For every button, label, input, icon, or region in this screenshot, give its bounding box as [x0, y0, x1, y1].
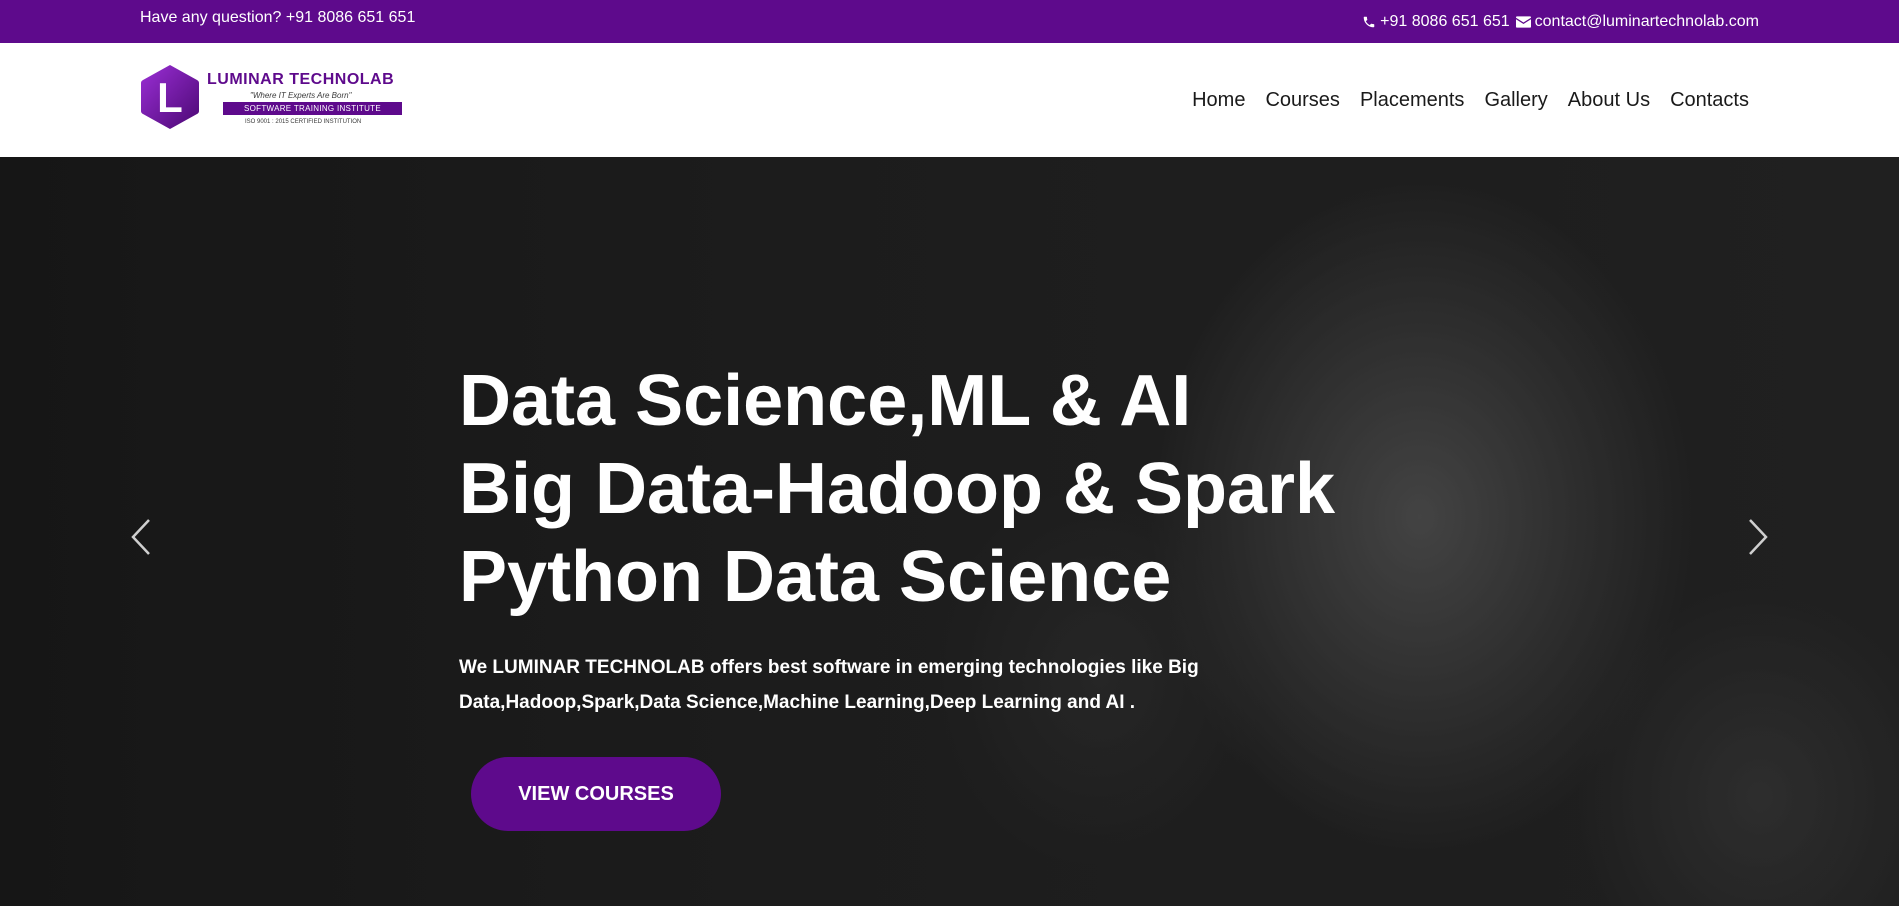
nav-item-gallery[interactable]: Gallery: [1484, 89, 1547, 112]
nav-item-courses[interactable]: Courses: [1265, 89, 1339, 112]
hero-title-line: Data Science,ML & AI: [459, 361, 1192, 441]
nav-item-placements[interactable]: Placements: [1360, 89, 1465, 112]
logo-tagline: "Where IT Experts Are Born": [250, 91, 352, 100]
nav-item-home[interactable]: Home: [1192, 89, 1245, 112]
logo-name: LUMINAR TECHNOLAB: [207, 71, 395, 88]
top-bar: Have any question? +91 8086 651 651 +91 …: [0, 0, 1899, 43]
hero-slider: Data Science,ML & AI Big Data-Hadoop & S…: [0, 157, 1899, 906]
hero-title-line: Python Data Science: [459, 537, 1172, 617]
site-header: L LUMINAR TECHNOLAB "Where IT Experts Ar…: [0, 43, 1899, 157]
logo-iso: ISO 9001 : 2015 CERTIFIED INSTITUTION: [245, 119, 362, 125]
question-text: Have any question? +91 8086 651 651: [140, 9, 416, 26]
contact-info: +91 8086 651 651 contact@luminartechnola…: [1362, 13, 1759, 31]
site-logo[interactable]: L LUMINAR TECHNOLAB "Where IT Experts Ar…: [140, 63, 420, 137]
logo-letter: L: [157, 74, 183, 121]
nav-item-contacts[interactable]: Contacts: [1670, 89, 1749, 112]
hero-description: We LUMINAR TECHNOLAB offers best softwar…: [459, 657, 1199, 713]
view-courses-button[interactable]: VIEW COURSES: [471, 757, 721, 831]
envelope-icon: [1515, 16, 1531, 28]
logo-hexagon-icon: L: [141, 65, 199, 129]
hero-title: Data Science,ML & AI Big Data-Hadoop & S…: [459, 357, 1335, 621]
main-nav: Home Courses Placements Gallery About Us…: [1192, 89, 1749, 112]
email-link[interactable]: contact@luminartechnolab.com: [1535, 13, 1759, 31]
logo-institute: SOFTWARE TRAINING INSTITUTE: [223, 102, 402, 115]
hero-title-line: Big Data-Hadoop & Spark: [459, 449, 1336, 529]
chevron-right-icon[interactable]: [1742, 512, 1772, 562]
chevron-left-icon[interactable]: [127, 512, 157, 562]
phone-icon: [1362, 15, 1376, 29]
nav-item-about-us[interactable]: About Us: [1568, 89, 1650, 112]
phone-link[interactable]: +91 8086 651 651: [1380, 13, 1509, 31]
